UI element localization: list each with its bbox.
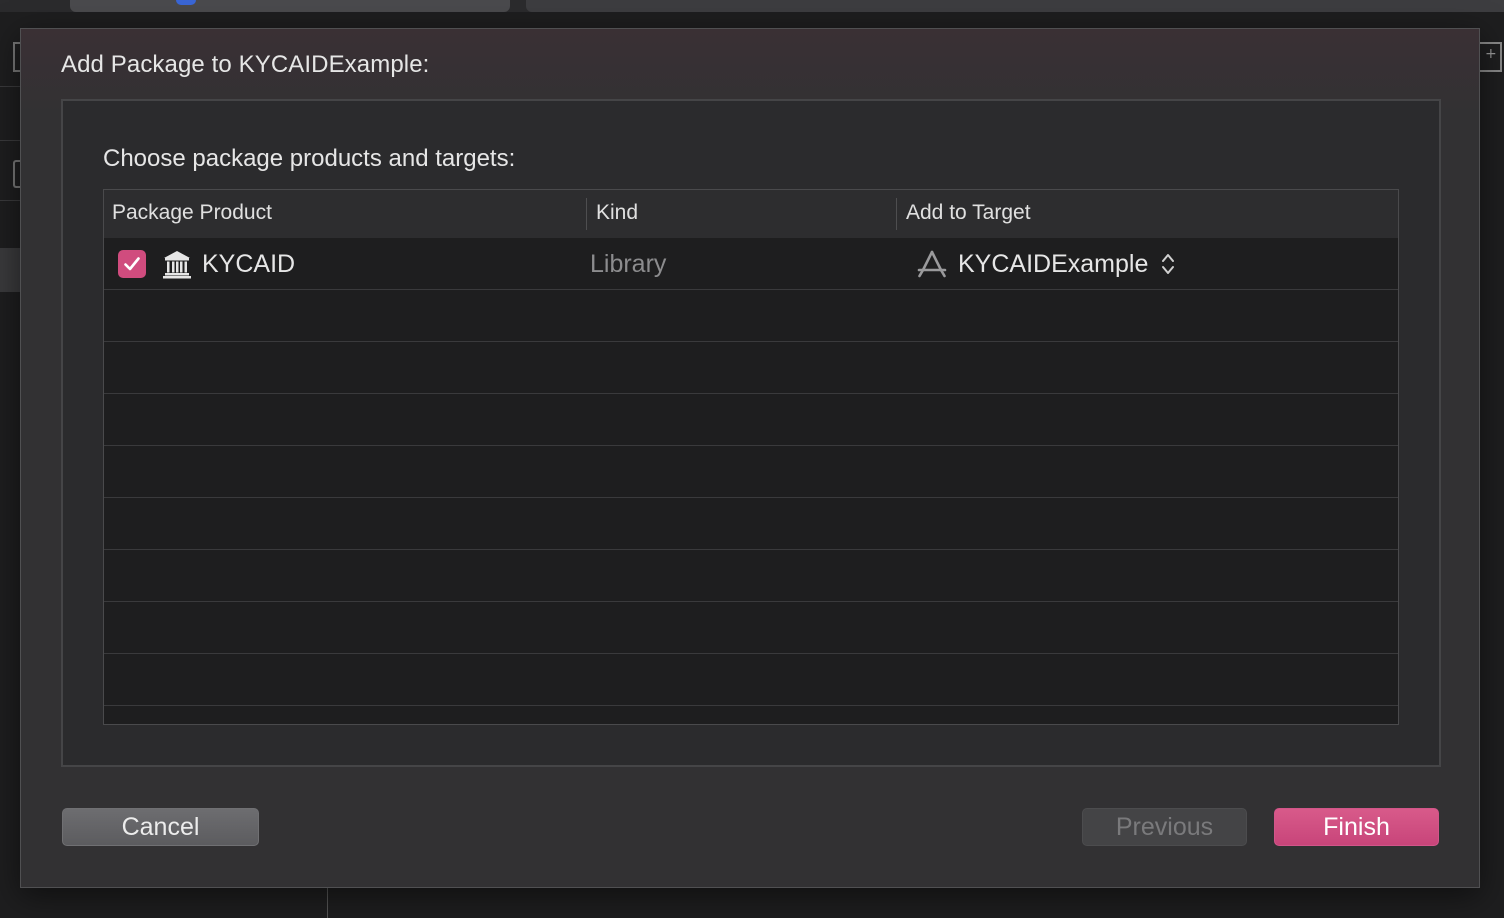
table-row-empty	[104, 290, 1398, 342]
table-row-empty	[104, 602, 1398, 654]
tab-indicator-icon	[176, 0, 196, 5]
column-header-kind[interactable]: Kind	[588, 190, 896, 238]
panel-heading: Choose package products and targets:	[103, 145, 516, 172]
package-panel: Choose package products and targets: Pac…	[61, 99, 1441, 767]
chevron-up-down-icon[interactable]	[1160, 251, 1176, 277]
finish-button[interactable]: Finish	[1274, 808, 1439, 846]
table-row-empty	[104, 394, 1398, 446]
include-product-checkbox[interactable]	[118, 250, 146, 278]
sheet-title: Add Package to KYCAIDExample:	[61, 51, 430, 78]
app-target-icon	[917, 250, 947, 278]
divider	[0, 140, 20, 141]
divider	[0, 200, 20, 201]
table-row-empty	[104, 498, 1398, 550]
checkmark-icon	[124, 257, 140, 271]
cancel-button[interactable]: Cancel	[62, 808, 259, 846]
package-products-table: Package Product Kind Add to Target KYCAI…	[103, 189, 1399, 725]
package-product-name: KYCAID	[202, 250, 296, 278]
package-library-icon	[163, 251, 191, 279]
window-tab[interactable]	[526, 0, 1504, 12]
divider	[0, 86, 20, 87]
column-divider[interactable]	[586, 198, 587, 230]
column-header-package-product[interactable]: Package Product	[104, 190, 586, 238]
column-header-add-to-target[interactable]: Add to Target	[898, 190, 1398, 238]
table-row-empty	[104, 706, 1398, 724]
target-popup-value[interactable]: KYCAIDExample	[958, 238, 1148, 290]
previous-button[interactable]: Previous	[1082, 808, 1247, 846]
table-header: Package Product Kind Add to Target	[104, 190, 1398, 239]
plus-icon: +	[1485, 46, 1497, 62]
package-kind: Library	[590, 250, 667, 278]
table-row[interactable]: KYCAID Library KYCAIDExample	[104, 238, 1398, 290]
table-row-empty	[104, 446, 1398, 498]
column-divider[interactable]	[896, 198, 897, 230]
sidebar-selected-item[interactable]	[0, 248, 20, 292]
add-package-sheet: Add Package to KYCAIDExample: Choose pac…	[20, 28, 1480, 888]
table-row-empty	[104, 342, 1398, 394]
window-tab[interactable]	[70, 0, 510, 12]
divider	[327, 888, 328, 918]
table-row-empty	[104, 654, 1398, 706]
table-row-empty	[104, 550, 1398, 602]
